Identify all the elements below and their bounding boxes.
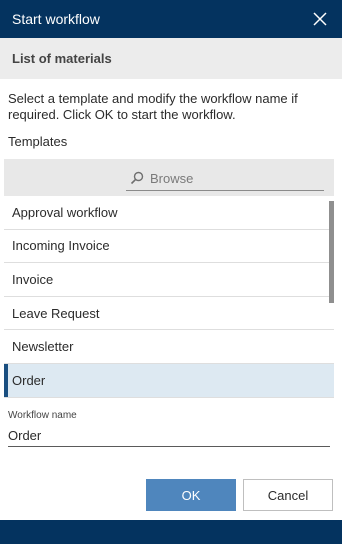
template-item-label: Newsletter xyxy=(12,339,74,355)
instructions-text: Select a template and modify the workflo… xyxy=(8,91,298,122)
ok-button[interactable]: OK xyxy=(146,479,236,511)
search-placeholder: Browse xyxy=(150,171,194,186)
template-item[interactable]: Approval workflow xyxy=(4,196,334,230)
template-item[interactable]: Newsletter xyxy=(4,330,334,364)
workflow-name-block: Workflow name xyxy=(8,410,330,447)
cancel-button[interactable]: Cancel xyxy=(243,479,333,511)
dialog-title: Start workflow xyxy=(12,11,100,27)
templates-label: Templates xyxy=(8,134,68,149)
template-item-label: Order xyxy=(12,372,46,388)
list-scrollbar[interactable] xyxy=(329,201,334,303)
dialog-titlebar: Start workflow xyxy=(0,0,342,38)
template-item[interactable]: Leave Request xyxy=(4,296,334,331)
section-title: List of materials xyxy=(12,51,112,66)
template-item[interactable]: Incoming Invoice xyxy=(4,229,334,264)
template-item-label: Invoice xyxy=(12,271,54,287)
workflow-name-label: Workflow name xyxy=(8,410,77,421)
search-icon xyxy=(130,171,146,187)
template-item[interactable]: Invoice xyxy=(4,263,334,297)
search-input[interactable]: Browse xyxy=(126,167,324,191)
template-list: Approval workflow Incoming Invoice Invoi… xyxy=(4,196,334,398)
template-item-selected[interactable]: Order xyxy=(4,363,334,398)
close-icon[interactable] xyxy=(310,9,330,29)
workflow-name-input[interactable] xyxy=(8,425,330,447)
template-item-label: Leave Request xyxy=(12,305,100,321)
template-item-label: Incoming Invoice xyxy=(12,238,110,254)
dialog-footer-bar xyxy=(0,520,342,544)
section-header: List of materials xyxy=(0,38,342,79)
template-item-label: Approval workflow xyxy=(12,204,118,220)
search-area: Browse xyxy=(4,159,334,198)
